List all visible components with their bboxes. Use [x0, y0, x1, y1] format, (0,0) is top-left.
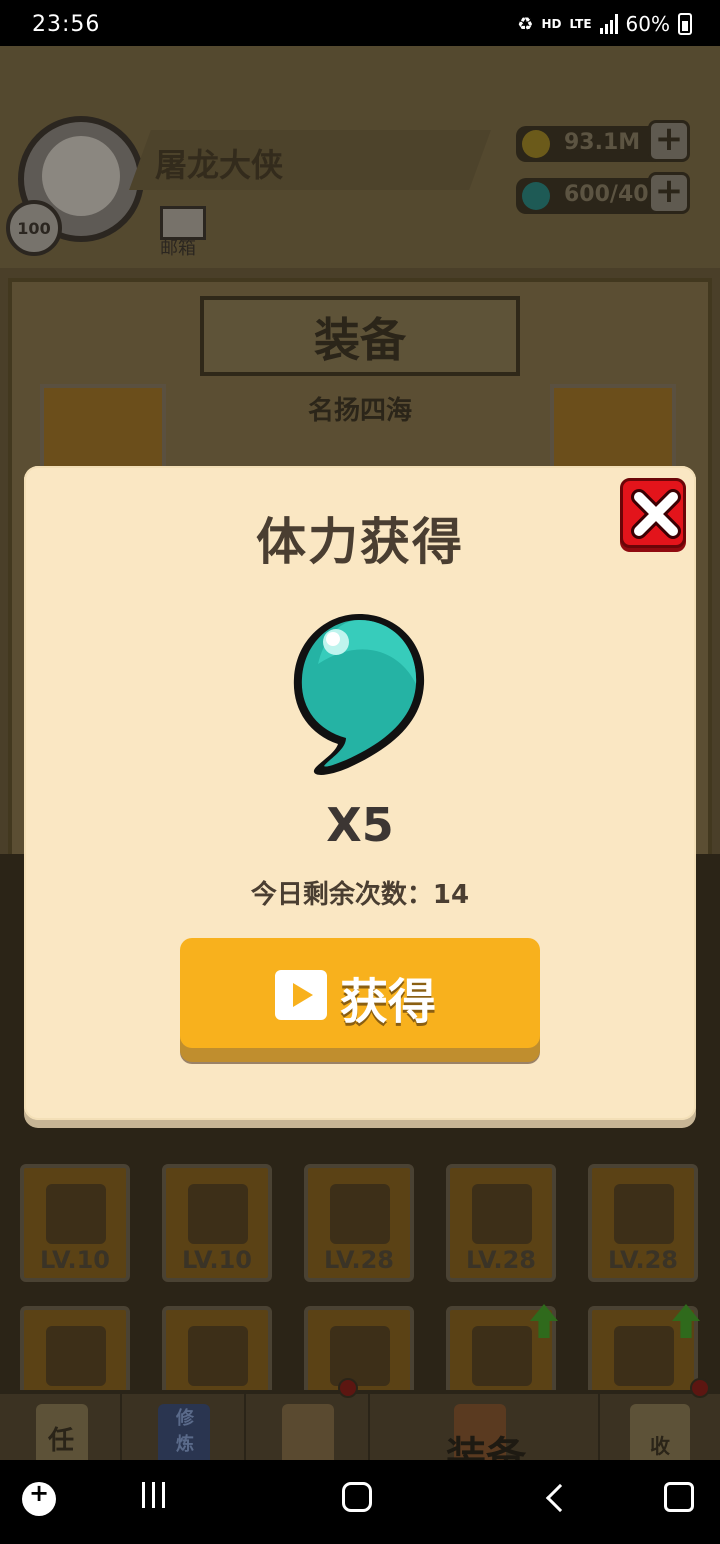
stamina-value: 600/40 [564, 182, 649, 207]
avatar-face-icon [42, 136, 120, 216]
equipment-item-icon [614, 1326, 674, 1386]
system-nav-bar [0, 1460, 720, 1544]
equipment-item-card[interactable]: LV.10 [162, 1164, 272, 1282]
screen: 23:56 ♻ HD LTE 60% 100 屠龙大侠 邮箱 93.1M + 6… [0, 0, 720, 1544]
equipment-item-level: LV.28 [608, 1246, 678, 1274]
nav-collect-glyph: 收 [650, 1434, 670, 1458]
nfc-icon: ♻ [517, 13, 534, 35]
equipment-item-level: LV.28 [466, 1246, 536, 1274]
stamina-drop-icon [293, 614, 425, 775]
nav-train-glyph: 修炼 [176, 1408, 194, 1455]
equipment-item-icon [188, 1326, 248, 1386]
equipment-item-icon [46, 1184, 106, 1244]
equipment-item-icon [46, 1326, 106, 1386]
gold-coin-icon [522, 130, 550, 158]
notification-dot [338, 1378, 358, 1398]
close-button[interactable] [620, 478, 686, 548]
gold-value: 93.1M [564, 130, 641, 155]
stamina-reward-dialog: 体力获得 X5 今日剩余次数：14 获得 [24, 466, 696, 1120]
equipment-item-icon [188, 1184, 248, 1244]
claim-button[interactable]: 获得 [180, 938, 540, 1048]
stamina-bar: 600/40 [516, 178, 666, 214]
equipment-title: 装备 [314, 313, 406, 367]
hd-indicator: HD [541, 17, 562, 31]
equipment-item-icon [330, 1326, 390, 1386]
remaining-times-text: 今日剩余次数：14 [250, 880, 470, 910]
nav-task-glyph: 任 [48, 1426, 75, 1456]
status-icons: ♻ HD LTE 60% [517, 10, 692, 38]
gold-bar: 93.1M [516, 126, 666, 162]
play-video-icon [275, 970, 327, 1020]
claim-button-label: 获得 [340, 974, 437, 1030]
mail-label[interactable]: 邮箱 [160, 234, 196, 260]
back-button[interactable] [545, 1483, 575, 1513]
network-indicator: LTE [569, 17, 592, 31]
battery-icon [678, 13, 692, 35]
equipment-item-icon [472, 1184, 532, 1244]
add-gold-button[interactable]: + [648, 120, 690, 162]
close-icon [631, 489, 681, 539]
status-time: 23:56 [32, 12, 101, 37]
accessibility-icon[interactable] [664, 1482, 694, 1512]
upgrade-arrow-icon [672, 1304, 700, 1338]
equipment-item-icon [472, 1326, 532, 1386]
notification-dot [690, 1378, 710, 1398]
stamina-small-icon [522, 182, 550, 210]
add-stamina-button[interactable]: + [648, 172, 690, 214]
dialog-title: 体力获得 [256, 513, 464, 571]
recents-button[interactable] [142, 1482, 170, 1510]
player-hud: 100 屠龙大侠 邮箱 93.1M + 600/40 + [0, 46, 720, 268]
equipment-item-card[interactable]: LV.10 [20, 1164, 130, 1282]
equipment-item-card[interactable]: LV.28 [588, 1164, 698, 1282]
equipment-item-level: LV.28 [324, 1246, 394, 1274]
equipment-item-card[interactable]: LV.28 [446, 1164, 556, 1282]
equipment-item-level: LV.10 [182, 1246, 252, 1274]
battery-percent: 60% [625, 12, 670, 36]
game-launcher-icon[interactable] [22, 1479, 56, 1516]
player-level-badge: 100 [6, 200, 62, 256]
equipment-item-level: LV.10 [40, 1246, 110, 1274]
equipment-item-card[interactable]: LV.28 [304, 1164, 414, 1282]
equipment-item-icon [330, 1184, 390, 1244]
reward-quantity: X5 [326, 798, 394, 852]
upgrade-arrow-icon [530, 1304, 558, 1338]
player-name: 屠龙大侠 [155, 146, 284, 184]
equipment-item-icon [614, 1184, 674, 1244]
status-bar: 23:56 ♻ HD LTE 60% [0, 0, 720, 46]
home-button[interactable] [342, 1482, 372, 1512]
signal-icon [599, 14, 618, 34]
